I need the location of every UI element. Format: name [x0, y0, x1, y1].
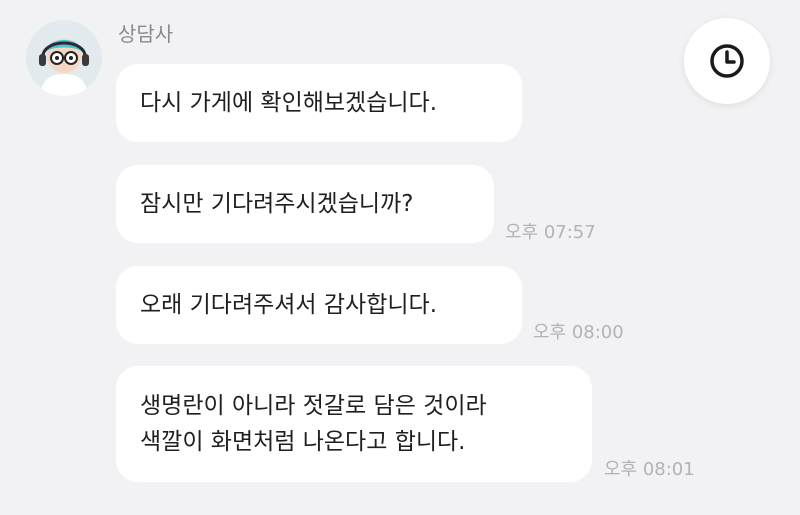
- agent-avatar-icon: [26, 20, 102, 96]
- history-button[interactable]: [684, 18, 770, 104]
- message-timestamp: 오후 08:01: [604, 459, 695, 480]
- message-bubble: 다시 가게에 확인해보겠습니다.: [116, 64, 522, 142]
- message-bubble: 오래 기다려주셔서 감사합니다.: [116, 266, 522, 344]
- message-text-line: 생명란이 아니라 젓갈로 담은 것이라: [140, 393, 487, 419]
- message-text-line: 색깔이 화면처럼 나온다고 합니다.: [140, 429, 466, 455]
- agent-avatar[interactable]: [26, 20, 102, 96]
- message-bubble: 생명란이 아니라 젓갈로 담은 것이라 색깔이 화면처럼 나온다고 합니다.: [116, 366, 592, 482]
- message-bubble: 잠시만 기다려주시겠습니까?: [116, 165, 494, 243]
- sender-name: 상담사: [118, 22, 174, 46]
- message-text: 오래 기다려주셔서 감사합니다.: [140, 292, 438, 318]
- clock-icon: [710, 44, 744, 78]
- message-text: 다시 가게에 확인해보겠습니다.: [140, 90, 438, 116]
- message-text: 잠시만 기다려주시겠습니까?: [140, 191, 414, 217]
- message-timestamp: 오후 07:57: [505, 222, 596, 243]
- message-timestamp: 오후 08:00: [533, 322, 624, 343]
